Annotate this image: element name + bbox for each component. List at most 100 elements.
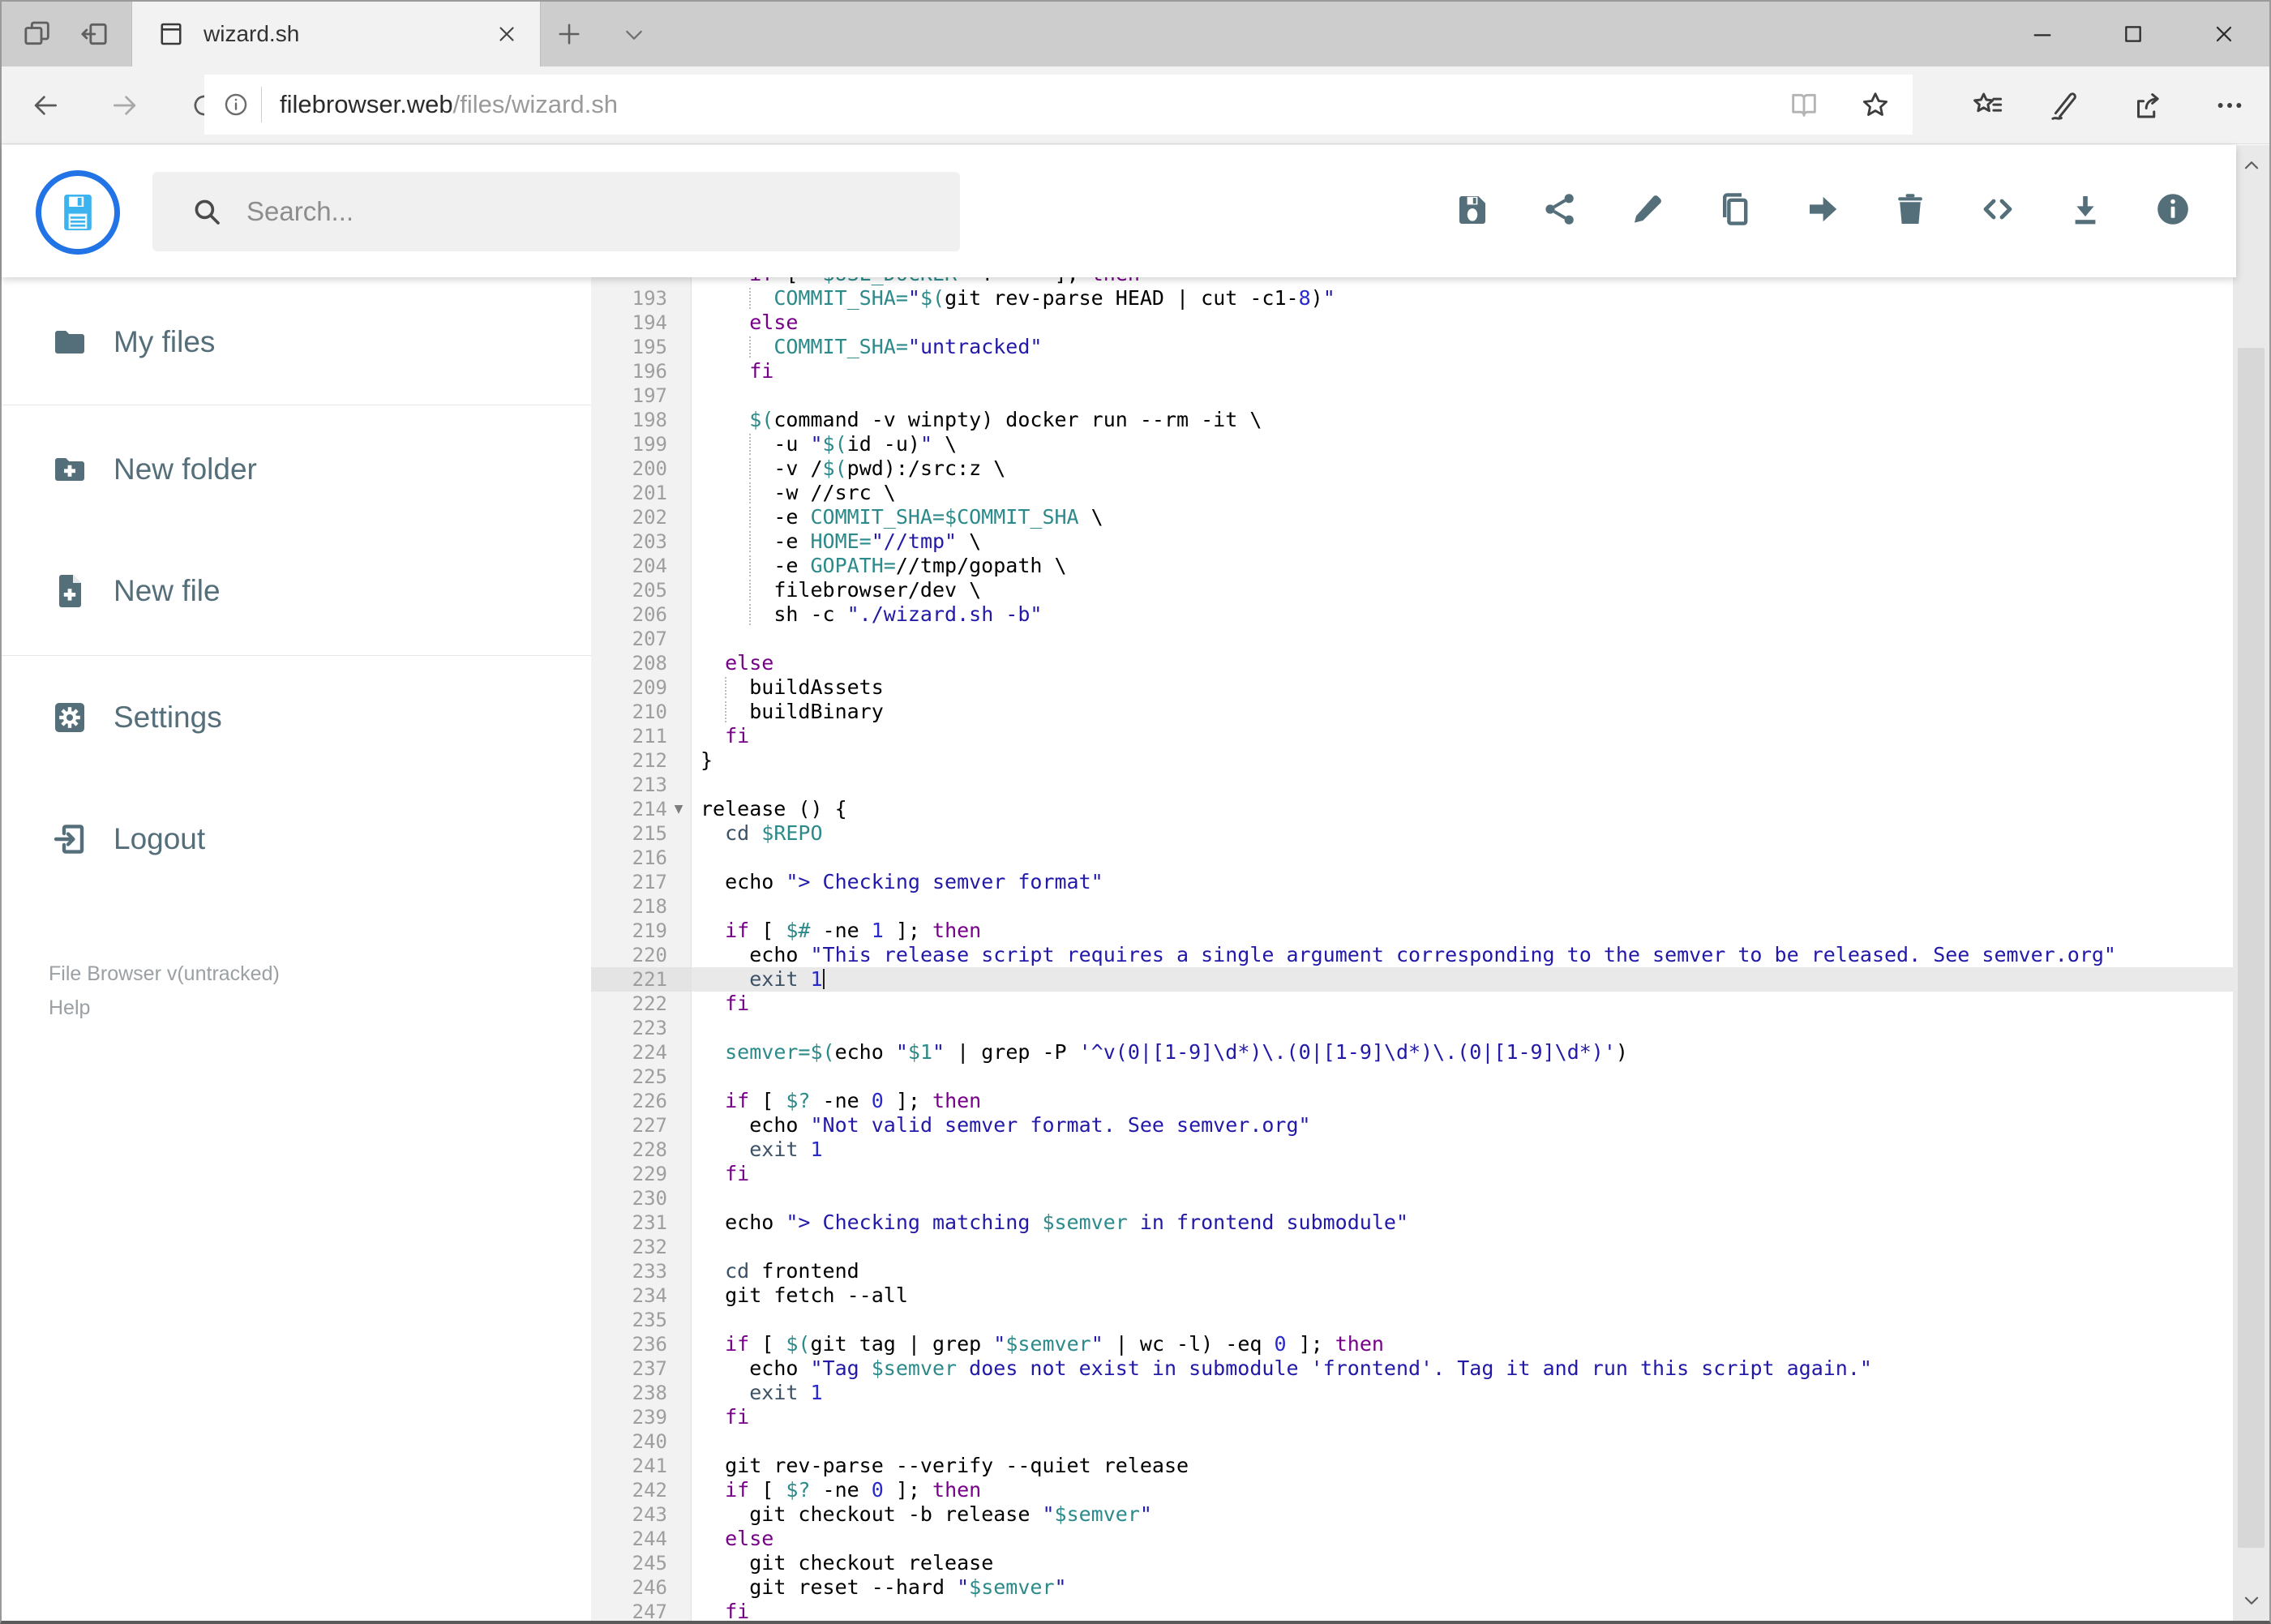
line-number-gutter[interactable]: 206 bbox=[591, 602, 692, 627]
code-line[interactable]: 247 fi bbox=[591, 1600, 2233, 1621]
site-info-icon[interactable] bbox=[222, 91, 250, 118]
copy-button[interactable] bbox=[1714, 188, 1756, 230]
code-line[interactable]: 193 COMMIT_SHA="$(git rev-parse HEAD | c… bbox=[591, 286, 2233, 311]
code-line[interactable]: 202 -e COMMIT_SHA=$COMMIT_SHA \ bbox=[591, 505, 2233, 529]
sidebar-item-my-files[interactable]: My files bbox=[2, 308, 591, 376]
code-line[interactable]: 214 ▼ release () { bbox=[591, 797, 2233, 821]
code-line[interactable]: 244 else bbox=[591, 1527, 2233, 1551]
code-line[interactable]: 239 fi bbox=[591, 1405, 2233, 1429]
line-number-gutter[interactable]: 198 bbox=[591, 408, 692, 432]
tab-preview-button[interactable] bbox=[13, 10, 62, 58]
line-number-gutter[interactable]: 207 bbox=[591, 627, 692, 651]
code-line[interactable]: 195 COMMIT_SHA="untracked" bbox=[591, 335, 2233, 359]
sidebar-item-settings[interactable]: Settings bbox=[2, 683, 591, 752]
web-note-button[interactable] bbox=[2039, 83, 2088, 128]
line-number-gutter[interactable]: 241 bbox=[591, 1454, 692, 1478]
line-number-gutter[interactable]: 202 bbox=[591, 505, 692, 529]
code-line[interactable]: 238 exit 1 bbox=[591, 1381, 2233, 1405]
line-number-gutter[interactable]: 231 bbox=[591, 1211, 692, 1235]
search-box[interactable] bbox=[152, 172, 960, 251]
code-line[interactable]: 194 else bbox=[591, 311, 2233, 335]
code-line[interactable]: 233 cd frontend bbox=[591, 1259, 2233, 1283]
scrollbar-thumb[interactable] bbox=[2238, 348, 2265, 1548]
code-line[interactable]: 246 git reset --hard "$semver" bbox=[591, 1575, 2233, 1600]
address-bar[interactable]: filebrowser.web/files/wizard.sh bbox=[204, 75, 1913, 135]
code-line[interactable]: 209 buildAssets bbox=[591, 675, 2233, 700]
browser-tab[interactable]: wizard.sh bbox=[131, 2, 541, 66]
line-number-gutter[interactable]: 209 bbox=[591, 675, 692, 700]
help-link[interactable]: Help bbox=[49, 996, 90, 1019]
code-line[interactable]: 223 bbox=[591, 1016, 2233, 1040]
line-number-gutter[interactable]: 238 bbox=[591, 1381, 692, 1405]
line-number-gutter[interactable]: 244 bbox=[591, 1527, 692, 1551]
code-line[interactable]: 203 -e HOME="//tmp" \ bbox=[591, 529, 2233, 554]
line-number-gutter[interactable]: 243 bbox=[591, 1502, 692, 1527]
back-button[interactable] bbox=[19, 79, 71, 131]
line-number-gutter[interactable]: 218 bbox=[591, 894, 692, 919]
tab-list-button[interactable] bbox=[611, 16, 657, 54]
line-number-gutter[interactable]: 237 bbox=[591, 1356, 692, 1381]
scroll-up-icon[interactable] bbox=[2233, 147, 2269, 184]
new-tab-button[interactable] bbox=[546, 13, 592, 55]
code-line[interactable]: 196 fi bbox=[591, 359, 2233, 384]
hub-button[interactable] bbox=[1963, 83, 2012, 128]
line-number-gutter[interactable]: 232 bbox=[591, 1235, 692, 1259]
code-line[interactable]: 225 bbox=[591, 1065, 2233, 1089]
save-button[interactable] bbox=[1451, 188, 1493, 230]
line-number-gutter[interactable]: 208 bbox=[591, 651, 692, 675]
set-tabs-aside-button[interactable] bbox=[70, 10, 118, 58]
delete-button[interactable] bbox=[1889, 188, 1931, 230]
scroll-down-icon[interactable] bbox=[2233, 1582, 2269, 1619]
code-line[interactable]: 230 bbox=[591, 1186, 2233, 1211]
code-line[interactable]: 222 fi bbox=[591, 992, 2233, 1016]
filebrowser-logo[interactable] bbox=[36, 170, 120, 255]
code-line[interactable]: 199 -u "$(id -u)" \ bbox=[591, 432, 2233, 456]
line-number-gutter[interactable]: 226 bbox=[591, 1089, 692, 1113]
code-line[interactable]: 207 bbox=[591, 627, 2233, 651]
favorite-star-icon[interactable] bbox=[1859, 88, 1892, 121]
line-number-gutter[interactable]: 229 bbox=[591, 1162, 692, 1186]
code-line[interactable]: 220 echo "This release script requires a… bbox=[591, 943, 2233, 967]
url-text[interactable]: filebrowser.web/files/wizard.sh bbox=[280, 90, 618, 119]
code-line[interactable]: 235 bbox=[591, 1308, 2233, 1332]
line-number-gutter[interactable]: 240 bbox=[591, 1429, 692, 1454]
code-line[interactable]: 228 exit 1 bbox=[591, 1138, 2233, 1162]
code-line[interactable]: 241 git rev-parse --verify --quiet relea… bbox=[591, 1454, 2233, 1478]
search-input[interactable] bbox=[245, 195, 960, 228]
fold-marker-icon[interactable]: ▼ bbox=[667, 797, 690, 821]
line-number-gutter[interactable]: 219 bbox=[591, 919, 692, 943]
line-number-gutter[interactable]: 228 bbox=[591, 1138, 692, 1162]
line-number-gutter[interactable]: 214 ▼ bbox=[591, 797, 692, 821]
code-line[interactable]: 242 if [ $? -ne 0 ]; then bbox=[591, 1478, 2233, 1502]
line-number-gutter[interactable]: 194 bbox=[591, 311, 692, 335]
line-number-gutter[interactable]: 213 bbox=[591, 773, 692, 797]
line-number-gutter[interactable]: 210 bbox=[591, 700, 692, 724]
code-line[interactable]: 229 fi bbox=[591, 1162, 2233, 1186]
line-number-gutter[interactable]: 230 bbox=[591, 1186, 692, 1211]
line-number-gutter[interactable]: 212 bbox=[591, 748, 692, 773]
code-line[interactable]: 198 $(command -v winpty) docker run --rm… bbox=[591, 408, 2233, 432]
close-window-button[interactable] bbox=[2179, 2, 2269, 66]
share-button[interactable] bbox=[2123, 83, 2171, 128]
sidebar-item-new-file[interactable]: New file bbox=[2, 557, 591, 625]
minimize-button[interactable] bbox=[1997, 2, 2088, 66]
editor-mode-button[interactable] bbox=[1977, 188, 2019, 230]
rename-button[interactable] bbox=[1626, 188, 1669, 230]
line-number-gutter[interactable]: 245 bbox=[591, 1551, 692, 1575]
code-line[interactable]: 227 echo "Not valid semver format. See s… bbox=[591, 1113, 2233, 1138]
line-number-gutter[interactable]: 233 bbox=[591, 1259, 692, 1283]
code-line[interactable]: 221 exit 1 bbox=[591, 967, 2233, 992]
code-line[interactable]: if [ "$USE_DOCKER" != "" ]; then bbox=[591, 277, 2233, 286]
maximize-button[interactable] bbox=[2088, 2, 2179, 66]
code-line[interactable]: 234 git fetch --all bbox=[591, 1283, 2233, 1308]
code-line[interactable]: 205 filebrowser/dev \ bbox=[591, 578, 2233, 602]
sidebar-item-logout[interactable]: Logout bbox=[2, 805, 591, 873]
sidebar-item-new-folder[interactable]: New folder bbox=[2, 435, 591, 503]
line-number-gutter[interactable]: 201 bbox=[591, 481, 692, 505]
line-number-gutter[interactable]: 197 bbox=[591, 384, 692, 408]
line-number-gutter[interactable]: 223 bbox=[591, 1016, 692, 1040]
line-number-gutter[interactable]: 234 bbox=[591, 1283, 692, 1308]
code-line[interactable]: 243 git checkout -b release "$semver" bbox=[591, 1502, 2233, 1527]
line-number-gutter[interactable] bbox=[591, 277, 692, 286]
code-line[interactable]: 224 semver=$(echo "$1" | grep -P '^v(0|[… bbox=[591, 1040, 2233, 1065]
